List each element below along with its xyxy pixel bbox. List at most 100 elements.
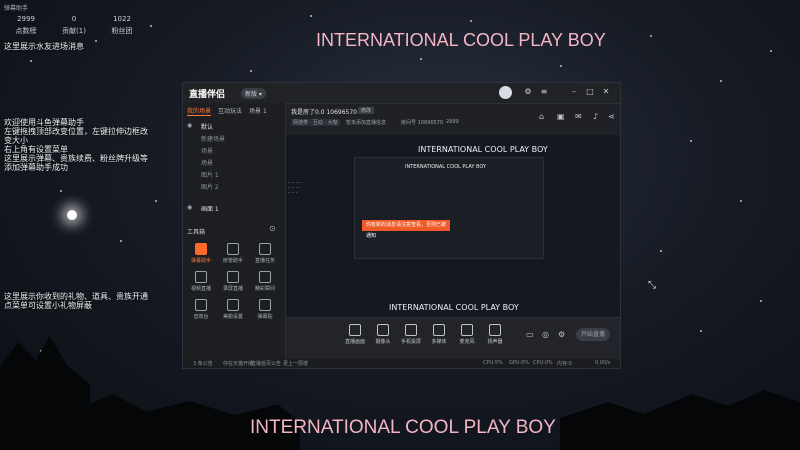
stat-tab[interactable]: 贡献(1) [52, 26, 96, 36]
tool-beauty[interactable]: 美颜设置 [219, 299, 247, 323]
preview-chat-lines: · · · · · · · · · · · · · · · [288, 180, 302, 195]
tab-scene-1[interactable]: 场景 1 [249, 106, 267, 115]
stat-tab[interactable]: 点数榜 [4, 26, 48, 36]
tool-danmu-assistant[interactable]: 弹幕助手 [187, 243, 215, 267]
tab-interactive[interactable]: 互动玩法 [218, 106, 242, 115]
toolbox-title: 工具箱 [187, 229, 206, 236]
tool-video-live[interactable]: 视频直播 [187, 271, 215, 295]
bell-icon[interactable]: ♪ [593, 112, 598, 121]
gear-icon[interactable]: ⚙ [558, 330, 565, 339]
tool-danmu-sticker[interactable]: 弹幕贴 [251, 299, 279, 323]
help-line: 右上角有设置菜单 [4, 145, 68, 154]
status-cpu-2: CPU:0% [533, 360, 553, 366]
stats-overlay: 弹幕助手 2999 0 1022 点数榜 贡献(1) 粉丝团 [4, 3, 144, 36]
version-badge[interactable]: 新版 ▾ [241, 88, 266, 99]
speaker-button[interactable]: 扬声器 [482, 324, 508, 345]
tool-room-admin[interactable]: 房管助手 [219, 243, 247, 267]
app-window: 直播伴侣 新版 ▾ ⚙ ≡ – □ ✕ 我的场景 互动玩法 场景 1 默认 新建… [182, 82, 621, 369]
help-line: 这里展示弹幕、贵族续费、粉丝牌升级等 [4, 154, 148, 163]
lock-icon[interactable]: ▣ [557, 112, 565, 121]
tool-sound-board[interactable]: 音效台 [187, 299, 215, 323]
tab-my-scenes[interactable]: 我的场景 [187, 106, 211, 115]
preview-headline: INTERNATIONAL COOL PLAY BOY [418, 145, 548, 154]
tool-screen-record[interactable]: 录屏直播 [219, 271, 247, 295]
scene-item[interactable]: 默认 [201, 122, 213, 131]
scene-item[interactable]: 场景 [201, 146, 213, 155]
scene-item[interactable]: 场景 [201, 158, 213, 167]
room-info: 暂未添加直播信息 [346, 120, 387, 126]
notification-banner[interactable]: 你有新的消息请注意查看，否则已被通知 [362, 220, 450, 239]
media-button[interactable]: 多媒体 [426, 324, 452, 345]
microphone-button[interactable]: 麦克风 [454, 324, 480, 345]
viewer-count: 2999 [446, 119, 459, 125]
scene-item[interactable]: 新建场景 [201, 134, 225, 143]
scene-item[interactable]: 图片 2 [201, 182, 219, 191]
status-rate: 0.00/s [595, 360, 611, 366]
headline-top: INTERNATIONAL COOL PLAY BOY [316, 30, 606, 50]
app-logo: 直播伴侣 [189, 90, 226, 100]
scene-item[interactable]: 图片 1 [201, 170, 219, 179]
scene-item[interactable]: 画面 1 [201, 204, 219, 213]
help-line: 添加弹幕助手成功 [4, 163, 68, 172]
tab-underline [187, 115, 211, 116]
stat-tab[interactable]: 粉丝团 [100, 26, 144, 36]
gift-messages: 这里展示你收到的礼物、道具、贵族开通 点菜单可设置小礼物屏蔽 [4, 292, 154, 310]
title-bar[interactable]: 直播伴侣 新版 ▾ ⚙ ≡ – □ ✕ [183, 83, 620, 104]
stats-values-row: 2999 0 1022 [4, 15, 144, 23]
phone-cast-button[interactable]: 手机投屏 [398, 324, 424, 345]
status-item[interactable]: 直播首页公告 [251, 360, 281, 367]
gift-icon[interactable]: ✉ [575, 112, 582, 121]
help-line: 欢迎使用斗鱼弹幕助手 [4, 118, 84, 127]
start-live-button[interactable]: 开始直播 [576, 328, 610, 341]
toolbox-settings-icon[interactable]: ⊙ [269, 224, 276, 233]
headline-bottom: INTERNATIONAL COOL PLAY BOY [250, 417, 556, 438]
stat-value: 0 [71, 15, 77, 23]
camera-button[interactable]: 摄像头 [370, 324, 396, 345]
status-bar: 3 条公告 你在天猫开播 直播首页公告 更上一层楼 CPU:5% GPU:0% … [183, 359, 620, 368]
room-id: 房间号 10696570 [401, 120, 444, 126]
screen-source-button[interactable]: 直播画面 [342, 324, 368, 345]
scene-tabs: 我的场景 互动玩法 场景 1 [187, 106, 267, 115]
stat-value: 2999 [17, 15, 35, 23]
tool-live-tasks[interactable]: 直播任务 [251, 243, 279, 267]
control-bar: 直播画面 摄像头 手机投屏 多媒体 麦克风 扬声器 ▭ ◎ ⚙ 开始直播 [286, 317, 620, 360]
eye-icon[interactable]: ◉ [187, 204, 192, 211]
avatar[interactable] [499, 86, 512, 99]
eye-icon[interactable]: ◉ [187, 122, 192, 129]
share-icon[interactable]: ⋖ [608, 112, 615, 121]
stats-title: 弹幕助手 [4, 5, 29, 12]
preview-headline-bottom: INTERNATIONAL COOL PLAY BOY [389, 303, 519, 312]
close-icon[interactable]: ✕ [601, 87, 611, 97]
status-announcement[interactable]: 3 条公告 [193, 360, 213, 367]
status-memory: 内存:0 [557, 361, 572, 367]
nested-headline: INTERNATIONAL COOL PLAY BOY [405, 164, 487, 170]
nested-preview-window: INTERNATIONAL COOL PLAY BOY [354, 157, 544, 259]
resize-cursor-icon: ⤡ [648, 280, 656, 291]
maximize-icon[interactable]: □ [585, 87, 595, 97]
gift-line: 点菜单可设置小礼物屏蔽 [4, 301, 92, 310]
room-title: 我是房了0.0 10696570 [291, 109, 357, 116]
status-gpu: GPU:0% [509, 360, 530, 366]
gift-line: 这里展示你收到的礼物、道具、贵族开通 [4, 292, 148, 301]
status-cpu: CPU:5% [483, 360, 503, 366]
menu-icon[interactable]: ≡ [539, 87, 549, 97]
room-category[interactable]: 网游类 · 互动 · 大咖 [291, 119, 340, 126]
minimize-icon[interactable]: – [569, 87, 579, 97]
settings-icon[interactable]: ⚙ [523, 87, 533, 97]
room-info-bar: 我是房了0.0 10696570 修改 网游类 · 互动 · 大咖 暂未添加直播… [286, 104, 620, 134]
stats-labels-row: 点数榜 贡献(1) 粉丝团 [4, 26, 144, 36]
status-item[interactable]: 更上一层楼 [283, 360, 308, 367]
tool-highlights[interactable]: 精彩瞬间 [251, 271, 279, 295]
stat-value: 1022 [113, 15, 131, 23]
record-icon[interactable]: ▭ [526, 330, 534, 339]
stream-preview[interactable]: INTERNATIONAL COOL PLAY BOY · · · · · · ·… [286, 135, 620, 317]
welcome-message: 这里展示水友进场消息 [4, 42, 84, 51]
help-line: 左键拖拽顶部改变位置，左键拉伸边框改变大小 [4, 127, 148, 145]
status-item[interactable]: 你在天猫开播 [223, 360, 253, 367]
help-messages: 欢迎使用斗鱼弹幕助手 左键拖拽顶部改变位置，左键拉伸边框改变大小 右上角有设置菜… [4, 118, 152, 172]
eye-icon[interactable]: ◎ [542, 330, 549, 339]
left-panel: 我的场景 互动玩法 场景 1 默认 新建场景 场景 场景 图片 1 图片 2 画… [183, 103, 286, 368]
bright-star [67, 210, 77, 220]
room-edit-tag[interactable]: 修改 [358, 107, 375, 114]
shop-icon[interactable]: ⌂ [539, 112, 544, 121]
